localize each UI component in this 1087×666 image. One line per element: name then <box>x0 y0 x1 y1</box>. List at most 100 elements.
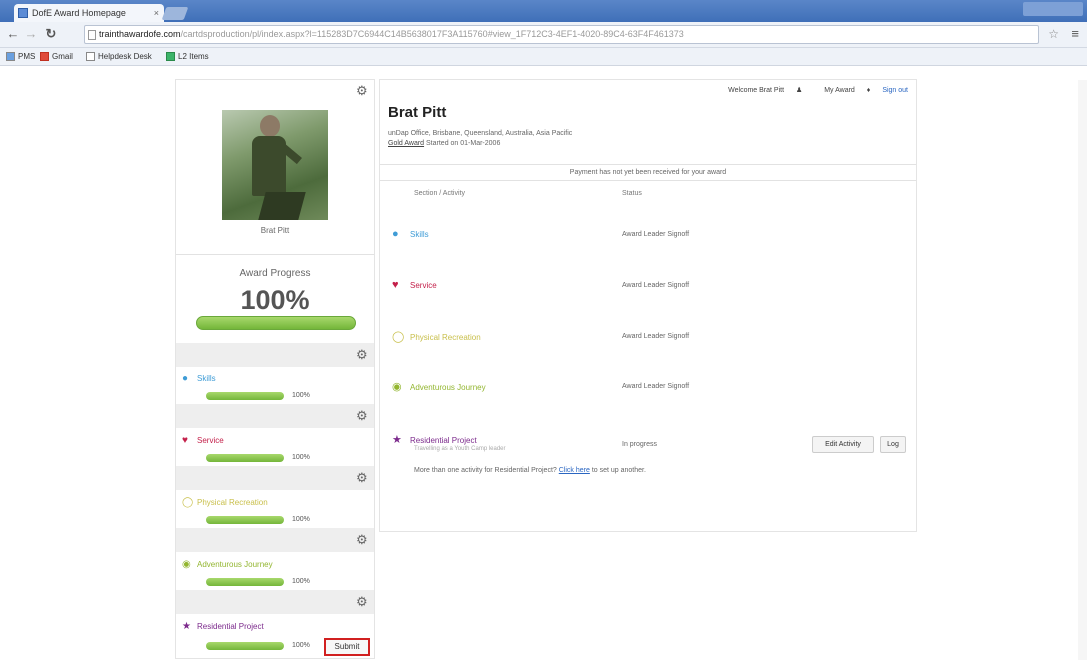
section-progress-value: 100% <box>292 392 310 399</box>
url-host: trainthawardofe.com <box>99 29 181 39</box>
activity-status: Award Leader Signoff <box>622 282 690 289</box>
new-tab-button[interactable] <box>161 7 189 20</box>
page-icon <box>86 52 95 62</box>
bookmark-item[interactable]: Gmail <box>40 48 73 66</box>
activity-status: In progress <box>622 441 658 448</box>
section-progress-bar <box>206 516 284 524</box>
figure-icon: ★ <box>182 621 191 632</box>
section-progress-value: 100% <box>292 578 310 585</box>
map-pin-icon: ◉ <box>182 559 191 570</box>
bookmark-item[interactable]: Helpdesk Desk <box>86 48 152 66</box>
submit-button[interactable]: Submit <box>324 638 370 656</box>
section-progress-value: 100% <box>292 516 310 523</box>
activity-row-physical-recreation[interactable]: ◯ Physical Recreation <box>392 330 481 343</box>
award-progress-bar <box>196 316 356 330</box>
award-sidebar: ⚙ Brat Pitt Award Progress 100% ⚙ ● Skill… <box>175 79 375 659</box>
column-header-section: Section / Activity <box>414 190 465 197</box>
award-main-panel: Welcome Brat Pitt ♟ My Award ♦ Sign out … <box>379 79 917 532</box>
activity-row-residential-project[interactable]: ★ Residential Project <box>392 433 477 446</box>
sidebar-section-adventurous-journey[interactable]: ◉ Adventurous Journey <box>182 559 273 570</box>
bookmark-item[interactable]: L2 Items <box>166 48 209 66</box>
sidebar-section-residential-project[interactable]: ★ Residential Project <box>182 621 264 632</box>
figure-icon: ★ <box>392 434 402 446</box>
activity-status: Award Leader Signoff <box>622 231 690 238</box>
address-bar[interactable]: trainthawardofe.com/cartdsproduction/pl/… <box>84 25 1039 44</box>
gear-icon[interactable]: ⚙ <box>356 409 368 423</box>
hands-icon: ♥ <box>392 279 399 291</box>
more-activity-note: More than one activity for Residential P… <box>414 467 646 474</box>
bookmarks-bar: PMS Gmail Helpdesk Desk L2 Items <box>0 48 1087 66</box>
click-here-link[interactable]: Click here <box>559 467 590 474</box>
gear-icon[interactable]: ⚙ <box>356 595 368 609</box>
page-scroll-edge <box>1078 80 1087 660</box>
activity-row-service[interactable]: ♥ Service <box>392 279 437 291</box>
gear-icon[interactable]: ⚙ <box>356 84 368 98</box>
section-progress-bar <box>206 454 284 462</box>
page-title: Brat Pitt <box>388 104 447 121</box>
award-progress-value: 100% <box>240 285 310 315</box>
speech-bubble-icon: ● <box>182 373 189 384</box>
sidebar-section-physical-recreation[interactable]: ◯ Physical Recreation <box>182 497 268 508</box>
url-path: /cartdsproduction/pl/index.aspx?l=115283… <box>180 29 684 39</box>
gear-icon[interactable]: ⚙ <box>356 348 368 362</box>
folder-icon <box>6 52 15 62</box>
avatar <box>222 110 328 220</box>
activity-status: Award Leader Signoff <box>622 333 690 340</box>
runner-icon: ◯ <box>392 331 405 343</box>
activity-row-skills[interactable]: ● Skills <box>392 228 429 240</box>
activity-status: Award Leader Signoff <box>622 383 690 390</box>
award-level-link[interactable]: Gold Award <box>388 140 424 147</box>
profile-location: unDap Office, Brisbane, Queensland, Aust… <box>388 130 573 137</box>
window-controls[interactable] <box>1023 2 1083 16</box>
back-arrow-icon[interactable]: ← <box>6 26 20 42</box>
bookmark-item[interactable]: PMS <box>6 48 35 66</box>
sign-out-link[interactable]: Sign out <box>882 87 908 94</box>
runner-icon: ◯ <box>182 497 194 508</box>
divider <box>176 254 374 255</box>
browser-tab[interactable]: DofE Award Homepage × <box>14 4 164 22</box>
section-header-band <box>176 466 374 490</box>
profile-award-start: Gold Award Started on 01-Mar-2006 <box>388 140 501 147</box>
hands-icon: ♥ <box>182 435 188 446</box>
user-icon: ♟ <box>795 87 803 94</box>
menu-icon[interactable]: ≡ <box>1071 26 1079 41</box>
tab-title: DofE Award Homepage <box>32 8 126 18</box>
gear-icon[interactable]: ⚙ <box>356 471 368 485</box>
app-icon <box>166 52 175 62</box>
avatar-caption: Brat Pitt <box>260 226 290 235</box>
activity-row-adventurous-journey[interactable]: ◉ Adventurous Journey <box>392 380 486 393</box>
reload-icon[interactable]: ↻ <box>44 26 58 42</box>
column-header-status: Status <box>622 190 642 197</box>
browser-tabstrip: DofE Award Homepage × <box>0 0 1087 22</box>
user-nav: Welcome Brat Pitt ♟ My Award ♦ Sign out <box>708 86 908 94</box>
award-progress-title: Award Progress <box>239 268 311 279</box>
gmail-icon <box>40 52 49 62</box>
sidebar-section-skills[interactable]: ● Skills <box>182 373 216 384</box>
section-header-band <box>176 590 374 614</box>
page-favicon-icon <box>18 8 28 18</box>
map-pin-icon: ◉ <box>392 381 402 393</box>
speech-bubble-icon: ● <box>392 228 399 240</box>
close-tab-icon[interactable]: × <box>154 4 159 22</box>
page-icon <box>88 30 96 40</box>
gear-icon[interactable]: ⚙ <box>356 533 368 547</box>
log-button[interactable]: Log <box>880 436 906 453</box>
section-progress-value: 100% <box>292 642 310 649</box>
payment-notice: Payment has not yet been received for yo… <box>380 164 916 181</box>
activity-subtitle: Travelling as a Youth Camp leader <box>414 446 506 452</box>
sidebar-section-service[interactable]: ♥ Service <box>182 435 224 446</box>
bookmark-star-icon[interactable]: ☆ <box>1048 27 1059 41</box>
section-header-band <box>176 528 374 552</box>
section-progress-bar <box>206 392 284 400</box>
my-award-link[interactable]: My Award ♦ <box>814 87 870 94</box>
section-progress-bar <box>206 578 284 586</box>
browser-toolbar: ← → ↻ trainthawardofe.com/cartdsproducti… <box>0 22 1087 48</box>
forward-arrow-icon[interactable]: → <box>24 26 38 42</box>
section-header-band <box>176 404 374 428</box>
section-progress-bar <box>206 642 284 650</box>
section-header-band <box>176 343 374 367</box>
welcome-text: Welcome Brat Pitt ♟ <box>728 87 803 94</box>
award-icon: ♦ <box>866 87 871 94</box>
section-progress-value: 100% <box>292 454 310 461</box>
edit-activity-button[interactable]: Edit Activity <box>812 436 874 453</box>
